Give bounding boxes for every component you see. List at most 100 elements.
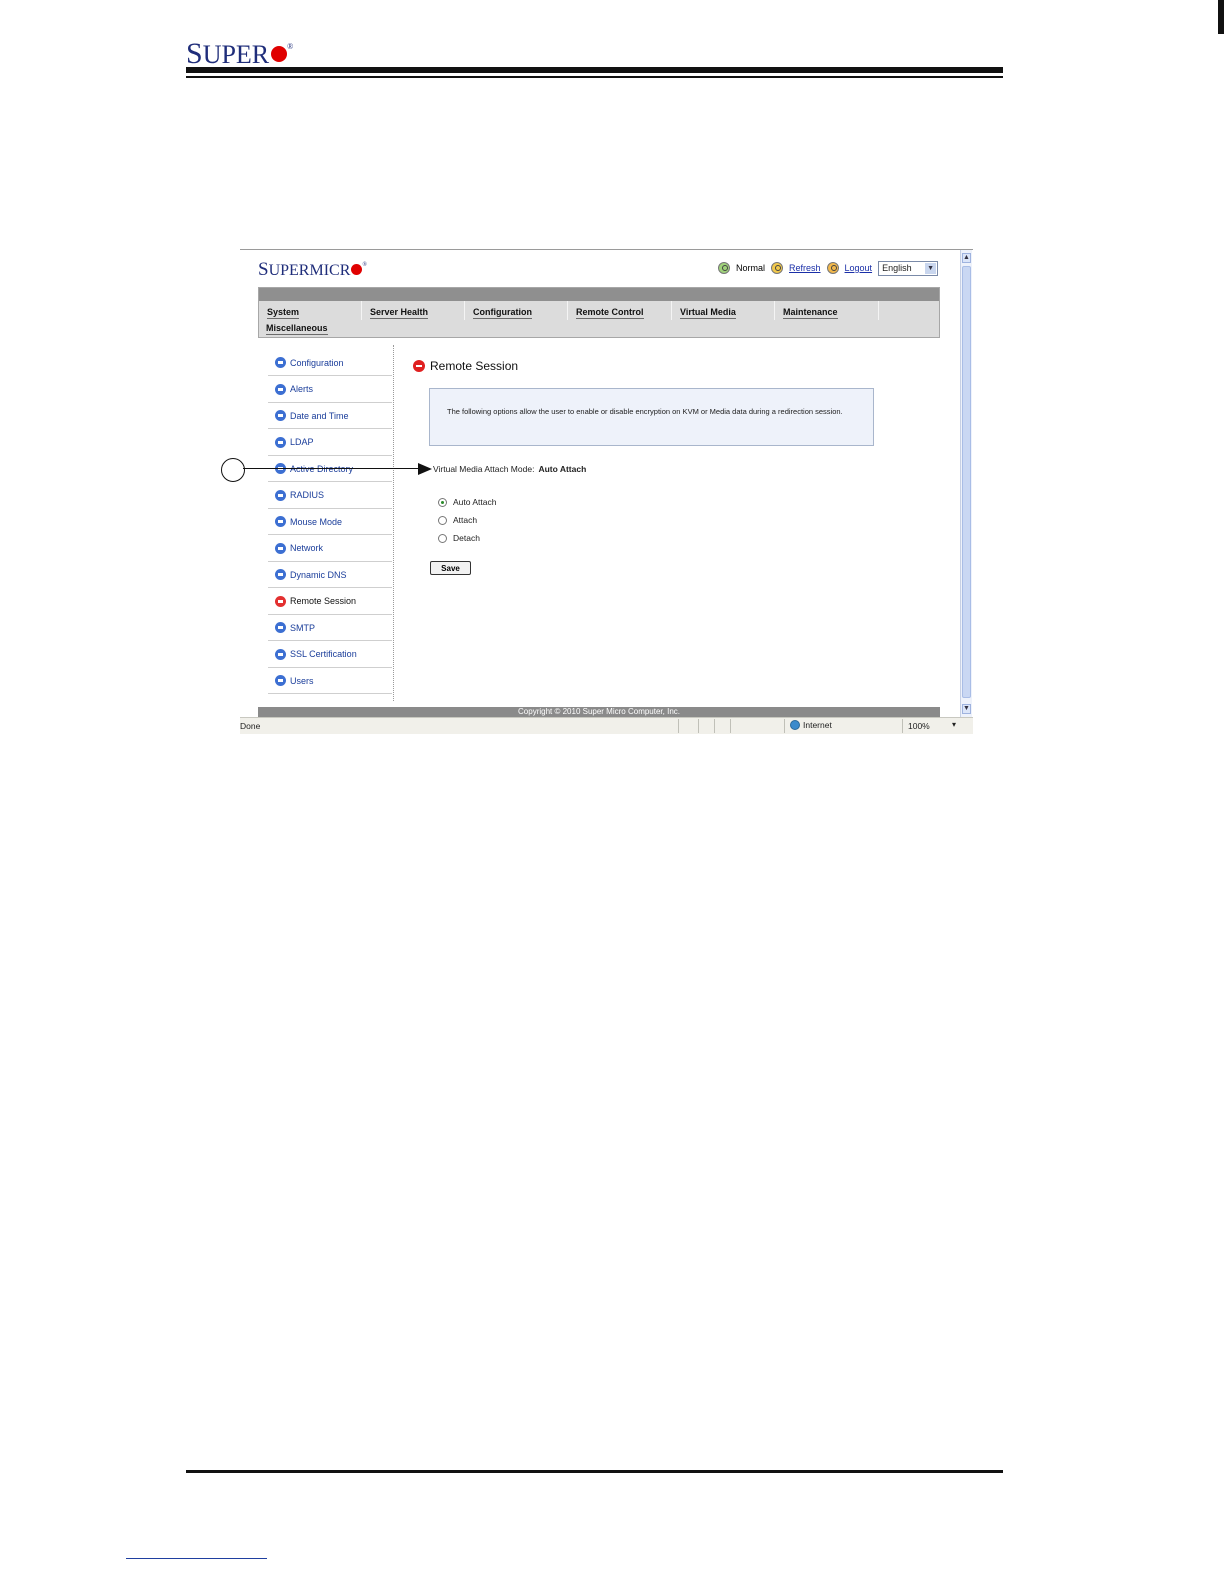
- sidebar-item-ssl-certification[interactable]: SSL Certification: [268, 642, 392, 668]
- sidebar-item-alerts[interactable]: Alerts: [268, 377, 392, 403]
- language-value: English: [882, 263, 912, 273]
- sidebar-item-date-and-time[interactable]: Date and Time: [268, 403, 392, 429]
- arrow-right-icon: [275, 489, 286, 501]
- supermicro-logo: SUPERMICR ®: [258, 259, 367, 281]
- page-title: Remote Session: [413, 359, 518, 373]
- sidebar-item-label: Mouse Mode: [290, 516, 343, 527]
- arrow-right-icon: [275, 383, 286, 395]
- save-button[interactable]: Save: [430, 561, 471, 575]
- callout-arrowhead: [418, 463, 432, 475]
- tab-system[interactable]: System: [267, 307, 300, 319]
- header-rule-thin: [186, 76, 1003, 78]
- top-toolbar: Normal Refresh Logout English ▼: [718, 260, 939, 276]
- tab-separator: [774, 301, 775, 320]
- arrow-right-icon: [275, 675, 286, 686]
- radio-label: Detach: [453, 533, 480, 543]
- sidebar-item-configuration[interactable]: Configuration: [268, 350, 392, 376]
- radio-detach[interactable]: Detach: [438, 533, 480, 543]
- sidebar-item-label: Network: [290, 543, 324, 553]
- arrow-right-active-icon: [275, 595, 286, 607]
- arrow-right-icon: [275, 357, 286, 368]
- sidebar-item-smtp[interactable]: SMTP: [268, 615, 392, 641]
- sidebar-item-label: Date and Time: [290, 410, 349, 421]
- security-zone: Internet: [790, 720, 832, 730]
- status-ok-icon: [718, 262, 730, 274]
- tab-remote-control[interactable]: Remote Control: [576, 307, 644, 319]
- app-logo-initial: S: [258, 259, 269, 280]
- zone-label: Internet: [803, 720, 832, 730]
- chevron-down-icon[interactable]: ▼: [925, 262, 937, 274]
- sidebar-item-mouse-mode[interactable]: Mouse Mode: [268, 509, 392, 535]
- status-divider: [698, 719, 699, 733]
- zoom-level[interactable]: 100%: [908, 721, 930, 731]
- sidebar-divider: [393, 345, 394, 701]
- arrow-right-icon: [275, 622, 286, 633]
- status-divider: [678, 719, 679, 733]
- vertical-scrollbar[interactable]: ▲ ▼: [960, 250, 972, 718]
- arrow-right-icon: [275, 542, 286, 554]
- status-divider: [784, 719, 785, 733]
- attach-mode-label: Virtual Media Attach Mode:: [433, 464, 535, 474]
- sidebar-item-label: SMTP: [290, 622, 316, 633]
- tab-maintenance[interactable]: Maintenance: [783, 307, 838, 319]
- status-divider: [902, 719, 903, 733]
- sidebar-item-remote-session[interactable]: Remote Session: [268, 589, 392, 615]
- web-ui-screenshot: SUPERMICR ® Normal Refresh Logout English…: [240, 249, 973, 734]
- status-divider: [730, 719, 731, 733]
- footer-link-underline[interactable]: [126, 1558, 267, 1559]
- logout-link[interactable]: Logout: [845, 263, 873, 273]
- chevron-down-icon[interactable]: ▾: [952, 720, 956, 729]
- globe-icon: [790, 720, 800, 730]
- arrow-right-icon: [275, 410, 286, 421]
- radio-attach[interactable]: Attach: [438, 515, 477, 525]
- sidebar-item-users[interactable]: Users: [268, 668, 392, 694]
- radio-button[interactable]: [438, 533, 447, 543]
- status-label: Normal: [736, 263, 766, 273]
- arrow-right-icon: [275, 436, 286, 448]
- tab-separator: [464, 301, 465, 320]
- registered-mark: ®: [287, 42, 294, 51]
- callout-line: [243, 468, 419, 470]
- arrow-right-icon: [275, 516, 286, 527]
- attach-mode-readout: Virtual Media Attach Mode: Auto Attach: [433, 464, 586, 474]
- arrow-right-icon: [275, 569, 286, 580]
- language-select[interactable]: English ▼: [878, 260, 939, 276]
- refresh-link[interactable]: Refresh: [789, 263, 821, 273]
- callout-circle: [221, 458, 245, 482]
- tab-miscellaneous[interactable]: Miscellaneous: [266, 323, 328, 335]
- status-done: Done: [240, 721, 261, 731]
- tab-virtual-media[interactable]: Virtual Media: [680, 307, 736, 319]
- sidebar-item-radius[interactable]: RADIUS: [268, 483, 392, 509]
- sidebar-item-network[interactable]: Network: [268, 536, 392, 562]
- tab-server-health[interactable]: Server Health: [370, 307, 429, 319]
- radio-auto-attach[interactable]: Auto Attach: [438, 497, 496, 507]
- sidebar-item-dynamic-dns[interactable]: Dynamic DNS: [268, 562, 392, 588]
- tab-separator: [878, 301, 879, 320]
- arrow-right-active-icon: [413, 360, 425, 372]
- radio-label: Attach: [453, 515, 478, 525]
- sidebar-item-ldap[interactable]: LDAP: [268, 430, 392, 456]
- app-logo-red-dot: [351, 264, 363, 275]
- app-logo-text: UPERMICR: [268, 262, 351, 279]
- radio-button[interactable]: [438, 515, 447, 525]
- radio-button-selected[interactable]: [438, 497, 447, 507]
- scrollbar-thumb[interactable]: [962, 266, 971, 698]
- attach-mode-value: Auto Attach: [538, 464, 587, 474]
- scroll-up-icon[interactable]: ▲: [962, 253, 971, 263]
- status-divider: [714, 719, 715, 733]
- sidebar-item-label: Remote Session: [290, 596, 357, 606]
- tab-separator: [671, 301, 672, 320]
- tab-configuration[interactable]: Configuration: [473, 307, 532, 319]
- document-logo-initial: S: [186, 37, 203, 70]
- scroll-down-icon[interactable]: ▼: [962, 704, 971, 714]
- logout-icon[interactable]: [826, 262, 839, 274]
- refresh-icon[interactable]: [771, 262, 784, 274]
- arrow-right-icon: [275, 648, 286, 660]
- page-title-text: Remote Session: [430, 359, 519, 373]
- page-edge-mark: [1218, 0, 1224, 34]
- sidebar-item-label: Dynamic DNS: [290, 569, 347, 580]
- main-nav: System Server Health Configuration Remot…: [258, 287, 940, 338]
- nav-top-strip: [259, 288, 939, 301]
- sidebar-item-label: SSL Certification: [290, 649, 357, 659]
- logo-red-dot: [271, 46, 288, 62]
